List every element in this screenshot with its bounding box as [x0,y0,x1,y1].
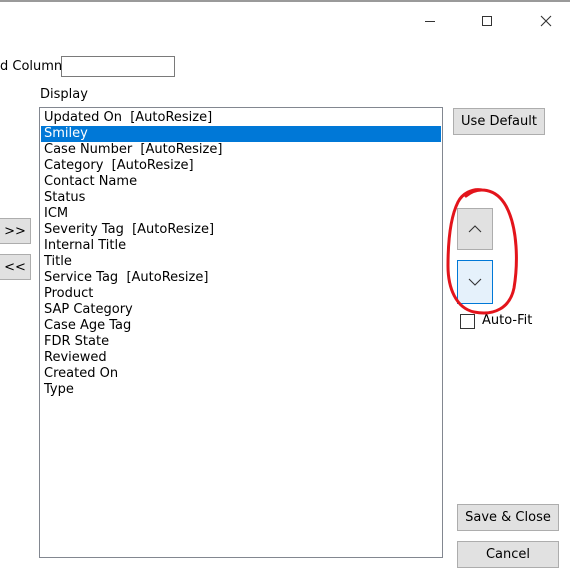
move-left-button[interactable]: << [0,254,31,280]
list-item[interactable]: Status [41,190,441,206]
list-item[interactable]: FDR State [41,334,441,350]
move-right-button[interactable]: >> [0,218,31,244]
list-item[interactable]: Type [41,382,441,398]
list-item[interactable]: Case Number [AutoResize] [41,142,441,158]
list-item[interactable]: Reviewed [41,350,441,366]
window-top-border [0,0,570,2]
save-close-button[interactable]: Save & Close [457,504,559,531]
move-down-button[interactable] [457,260,493,304]
move-up-button[interactable] [457,208,493,250]
minimize-button[interactable] [408,6,452,36]
maximize-button[interactable] [465,6,509,36]
list-item[interactable]: Smiley [41,126,441,142]
list-item[interactable]: ICM [41,206,441,222]
chevron-down-icon [468,278,482,286]
list-item[interactable]: Severity Tag [AutoResize] [41,222,441,238]
display-columns-list[interactable]: Updated On [AutoResize] Smiley Case Number… [39,107,443,558]
list-item[interactable]: Case Age Tag [41,318,441,334]
minimize-icon [425,20,435,22]
use-default-button[interactable]: Use Default [453,108,545,135]
add-column-input[interactable] [61,56,175,77]
close-button[interactable] [524,6,568,36]
list-item[interactable]: Updated On [AutoResize] [41,110,441,126]
list-item[interactable]: Internal Title [41,238,441,254]
maximize-icon [482,16,492,26]
list-item[interactable]: Contact Name [41,174,441,190]
auto-fit-label: Auto-Fit [482,313,533,328]
chevron-up-icon [468,225,482,233]
auto-fit-checkbox[interactable] [460,314,475,329]
list-item[interactable]: Service Tag [AutoResize] [41,270,441,286]
list-item[interactable]: Created On [41,366,441,382]
display-label: Display [40,87,88,102]
cancel-button[interactable]: Cancel [457,541,559,568]
list-item[interactable]: Title [41,254,441,270]
add-column-label: d Column [0,59,63,74]
close-icon [540,15,552,27]
list-item[interactable]: Category [AutoResize] [41,158,441,174]
list-item[interactable]: Product [41,286,441,302]
list-item[interactable]: SAP Category [41,302,441,318]
